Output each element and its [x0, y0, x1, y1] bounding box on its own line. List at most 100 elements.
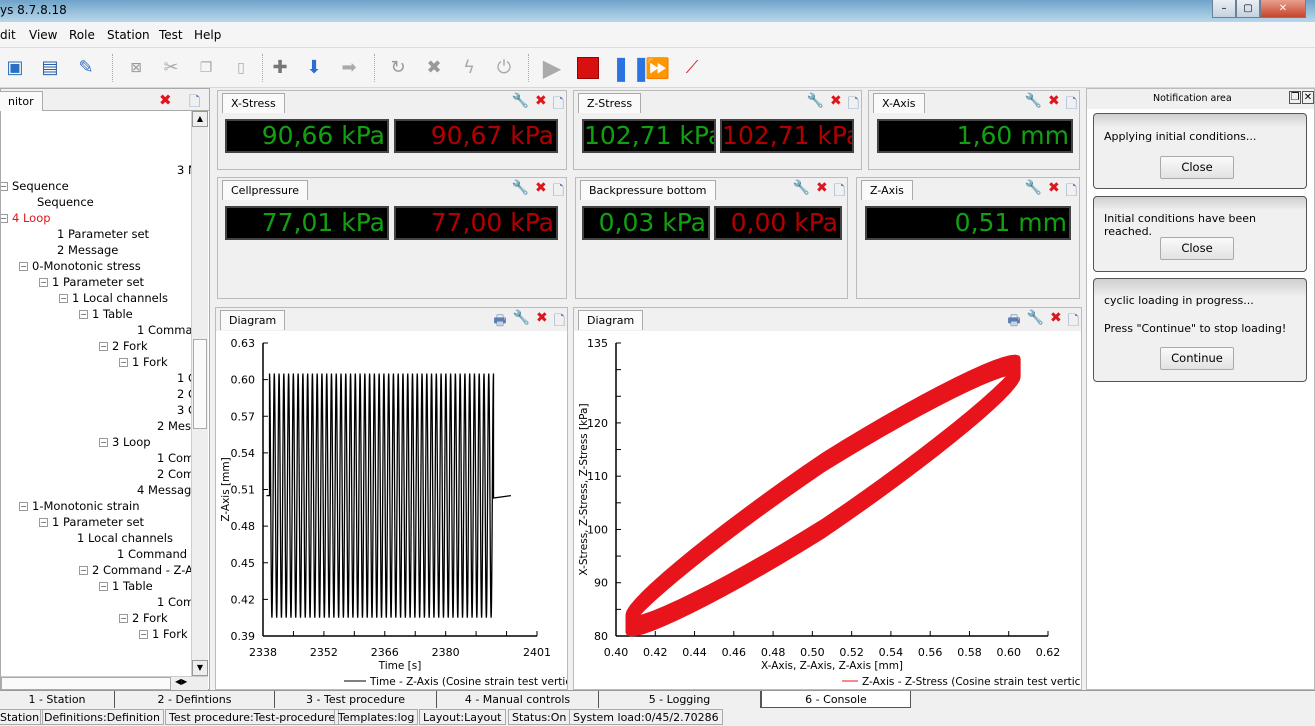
- collapse-icon[interactable]: −: [99, 438, 108, 447]
- tree-item[interactable]: −1-Monotonic strain: [19, 499, 140, 513]
- collapse-icon[interactable]: −: [1, 214, 8, 223]
- rotate-icon[interactable]: ↻: [386, 56, 410, 80]
- remove-icon[interactable]: ✖: [422, 56, 446, 80]
- menu-role[interactable]: Role: [69, 28, 95, 42]
- tree-item[interactable]: 1 Comma: [157, 595, 191, 609]
- collapse-icon[interactable]: −: [1, 182, 8, 191]
- tree-item[interactable]: 1 Comma: [157, 451, 191, 465]
- scroll-up-button[interactable]: ▲: [192, 111, 208, 127]
- tree-item[interactable]: 2 Comm: [177, 387, 191, 401]
- menu-station[interactable]: Station: [107, 28, 150, 42]
- add-icon[interactable]: ✚: [268, 56, 292, 80]
- tree-item[interactable]: 1 Local channels: [77, 531, 173, 545]
- scrollbar-thumb[interactable]: [193, 339, 207, 429]
- tool-icon[interactable]: ⟋: [680, 56, 704, 80]
- cut-icon[interactable]: ✂: [159, 56, 183, 80]
- tab-test-procedure[interactable]: 3 - Test procedure: [275, 691, 437, 708]
- tree-item[interactable]: −2 Command - Z-A: [79, 563, 191, 577]
- tree-item[interactable]: 2 Comma: [157, 467, 191, 481]
- tab-definitions[interactable]: 2 - Defintions: [115, 691, 275, 708]
- document-icon[interactable]: 🗋: [848, 93, 859, 117]
- scroll-left-button[interactable]: ◀▶: [175, 677, 187, 686]
- collapse-icon[interactable]: −: [99, 342, 108, 351]
- wrench-icon[interactable]: 🔧: [512, 180, 529, 204]
- collapse-icon[interactable]: −: [79, 566, 88, 575]
- menu-help[interactable]: Help: [194, 28, 221, 42]
- save-icon[interactable]: ▤: [38, 56, 62, 80]
- fast-forward-icon[interactable]: ⏩: [645, 56, 670, 80]
- stop-icon[interactable]: [576, 56, 600, 80]
- maximize-button[interactable]: ▢: [1236, 0, 1260, 18]
- tree-item[interactable]: 1 Parameter set: [57, 227, 149, 241]
- tree-item[interactable]: −1 Fork: [119, 355, 168, 369]
- close-button[interactable]: ✕: [1260, 0, 1306, 18]
- tree-item[interactable]: Sequence: [37, 195, 94, 209]
- tree-item[interactable]: −1 Local channels: [59, 291, 168, 305]
- collapse-icon[interactable]: −: [139, 630, 148, 639]
- edit-icon[interactable]: ✎: [74, 56, 98, 80]
- tree-vertical-scrollbar[interactable]: ▲ ▼: [191, 111, 208, 676]
- wrench-icon[interactable]: 🔧: [793, 180, 810, 204]
- play-icon[interactable]: ▶: [540, 56, 564, 80]
- power-icon[interactable]: ⏻: [492, 56, 516, 80]
- move-right-icon[interactable]: ➡: [337, 56, 361, 80]
- close-button[interactable]: Close: [1160, 237, 1234, 260]
- close-icon[interactable]: ✖: [816, 180, 828, 204]
- tab-console[interactable]: 6 - Console: [761, 691, 911, 708]
- tree-item[interactable]: −1 Table: [99, 579, 153, 593]
- delete-icon[interactable]: ⊠: [124, 56, 148, 80]
- tree-item[interactable]: 3 Mes: [177, 163, 191, 177]
- tree-item[interactable]: 1 Comm: [177, 371, 191, 385]
- close-button[interactable]: Close: [1160, 156, 1234, 179]
- tree-item[interactable]: −2 Fork: [99, 339, 148, 353]
- tree-item[interactable]: −1 Fork: [139, 627, 188, 641]
- tree-item[interactable]: 2 Message: [157, 419, 191, 433]
- wrench-icon[interactable]: 🔧: [512, 93, 529, 117]
- minimize-button[interactable]: –: [1212, 0, 1236, 18]
- tree-item[interactable]: 2 Message: [57, 243, 118, 257]
- tree-item[interactable]: −0-Monotonic stress: [19, 259, 141, 273]
- tab-logging[interactable]: 5 - Logging: [599, 691, 761, 708]
- collapse-icon[interactable]: −: [39, 278, 48, 287]
- close-icon[interactable]: ✕: [1302, 91, 1314, 104]
- collapse-icon[interactable]: −: [59, 294, 68, 303]
- tree-item[interactable]: −3 Loop: [99, 435, 151, 449]
- collapse-icon[interactable]: −: [119, 614, 128, 623]
- tree-item[interactable]: − Sequence: [1, 179, 69, 193]
- close-icon[interactable]: ✖: [535, 93, 547, 117]
- tree-item[interactable]: −2 Fork: [119, 611, 168, 625]
- scrollbar-thumb[interactable]: [1, 677, 171, 690]
- wrench-icon[interactable]: 🔧: [1025, 180, 1042, 204]
- document-icon[interactable]: 🗋: [553, 180, 564, 204]
- paste-icon[interactable]: ▯: [229, 56, 253, 80]
- collapse-icon[interactable]: −: [79, 310, 88, 319]
- tab-manual-controls[interactable]: 4 - Manual controls: [437, 691, 599, 708]
- collapse-icon[interactable]: −: [19, 262, 28, 271]
- collapse-icon[interactable]: −: [99, 582, 108, 591]
- tree-item[interactable]: −1 Parameter set: [39, 275, 144, 289]
- close-icon[interactable]: ✖: [159, 91, 172, 109]
- collapse-icon[interactable]: −: [39, 518, 48, 527]
- open-icon[interactable]: ▣: [3, 56, 27, 80]
- menu-test[interactable]: Test: [159, 28, 183, 42]
- tree-item[interactable]: 4 Message: [137, 483, 191, 497]
- tree-item[interactable]: −1 Parameter set: [39, 515, 144, 529]
- tree-item[interactable]: 3 Comm: [177, 403, 191, 417]
- tree-item[interactable]: 1 Command - X-A: [117, 547, 191, 561]
- document-icon[interactable]: 🗋: [834, 180, 845, 204]
- tree-item[interactable]: 1 Command -: [137, 323, 191, 337]
- scroll-down-button[interactable]: ▼: [192, 660, 208, 676]
- tab-monitor[interactable]: nitor: [0, 91, 43, 111]
- close-icon[interactable]: ✖: [830, 93, 842, 117]
- tab-station[interactable]: 1 - Station: [0, 691, 115, 708]
- document-icon[interactable]: 🗋: [553, 93, 564, 117]
- menu-edit[interactable]: dit: [0, 28, 16, 42]
- tree-horizontal-scrollbar[interactable]: ◀▶: [1, 676, 208, 690]
- collapse-icon[interactable]: −: [119, 358, 128, 367]
- close-icon[interactable]: ✖: [535, 180, 547, 204]
- close-icon[interactable]: ✖: [1048, 93, 1060, 117]
- float-icon[interactable]: ❐: [1289, 91, 1301, 104]
- menu-view[interactable]: View: [29, 28, 57, 42]
- move-down-icon[interactable]: ⬇: [302, 56, 326, 80]
- wrench-icon[interactable]: 🔧: [1025, 93, 1042, 117]
